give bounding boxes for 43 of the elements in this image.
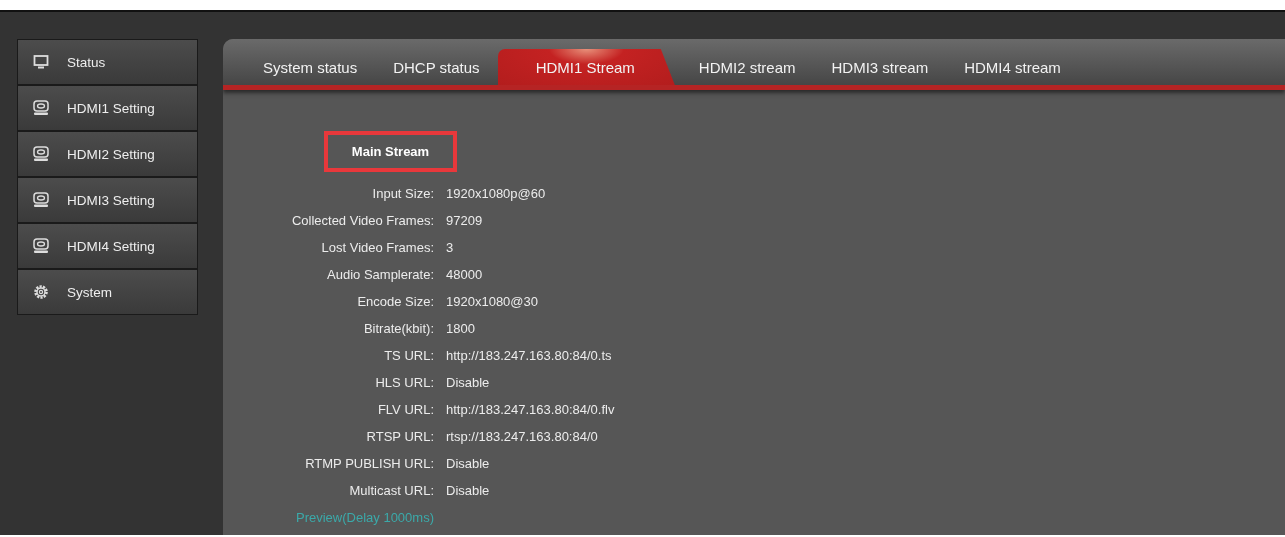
field-label: TS URL: <box>383 347 434 365</box>
field-value: 1800 <box>446 320 476 338</box>
field-value: 48000 <box>446 266 484 284</box>
section-title: Main Stream <box>324 131 457 172</box>
field-value: 1920x1080@30 <box>446 293 539 311</box>
field-value: rtsp://183.247.163.80:84/0 <box>446 428 599 446</box>
field-value: 1920x1080p@60 <box>446 185 547 203</box>
field-value: http://183.247.163.80:84/0.flv <box>446 401 616 419</box>
tab[interactable]: System status <box>245 49 376 85</box>
settings-icon <box>33 284 49 300</box>
field-value: Disable <box>446 374 491 392</box>
field-value: 3 <box>446 239 455 257</box>
field-value: http://183.247.163.80:84/0.ts <box>446 347 613 365</box>
tab[interactable]: DHCP status <box>375 49 498 85</box>
disc-drive-icon <box>33 192 49 208</box>
disc-drive-icon <box>33 238 49 254</box>
field-label: Input Size: <box>371 185 434 203</box>
field-value: Disable <box>446 455 491 473</box>
field-value: 97209 <box>446 212 484 230</box>
field-label: RTMP PUBLISH URL: <box>304 455 434 473</box>
disc-drive-icon <box>33 100 49 116</box>
field-label: Collected Video Frames: <box>290 212 434 230</box>
field-label: Lost Video Frames: <box>320 239 434 257</box>
field-label: Multicast URL: <box>348 482 434 500</box>
sidebar-item[interactable]: HDMI1 Setting <box>18 86 197 130</box>
sidebar-item[interactable]: Status <box>18 40 197 84</box>
monitor-icon <box>33 54 49 70</box>
field-label: Bitrate(kbit): <box>362 320 434 338</box>
tab[interactable]: HDMI1 Stream <box>497 49 675 85</box>
field-label: HLS URL: <box>374 374 434 392</box>
field-label: Encode Size: <box>356 293 434 311</box>
field-value: Disable <box>446 482 491 500</box>
tab[interactable]: HDMI3 stream <box>813 49 947 85</box>
sidebar-item[interactable]: HDMI2 Setting <box>18 132 197 176</box>
tab[interactable]: HDMI2 stream <box>680 49 814 85</box>
sidebar-item[interactable]: HDMI3 Setting <box>18 178 197 222</box>
tab[interactable]: HDMI4 stream <box>946 49 1079 85</box>
field-label: FLV URL: <box>376 401 434 419</box>
field-label: RTSP URL: <box>365 428 434 446</box>
disc-drive-icon <box>33 146 49 162</box>
sidebar-item[interactable]: System <box>18 270 197 314</box>
sidebar-item[interactable]: HDMI4 Setting <box>18 224 197 268</box>
field-label: Audio Samplerate: <box>326 266 434 284</box>
